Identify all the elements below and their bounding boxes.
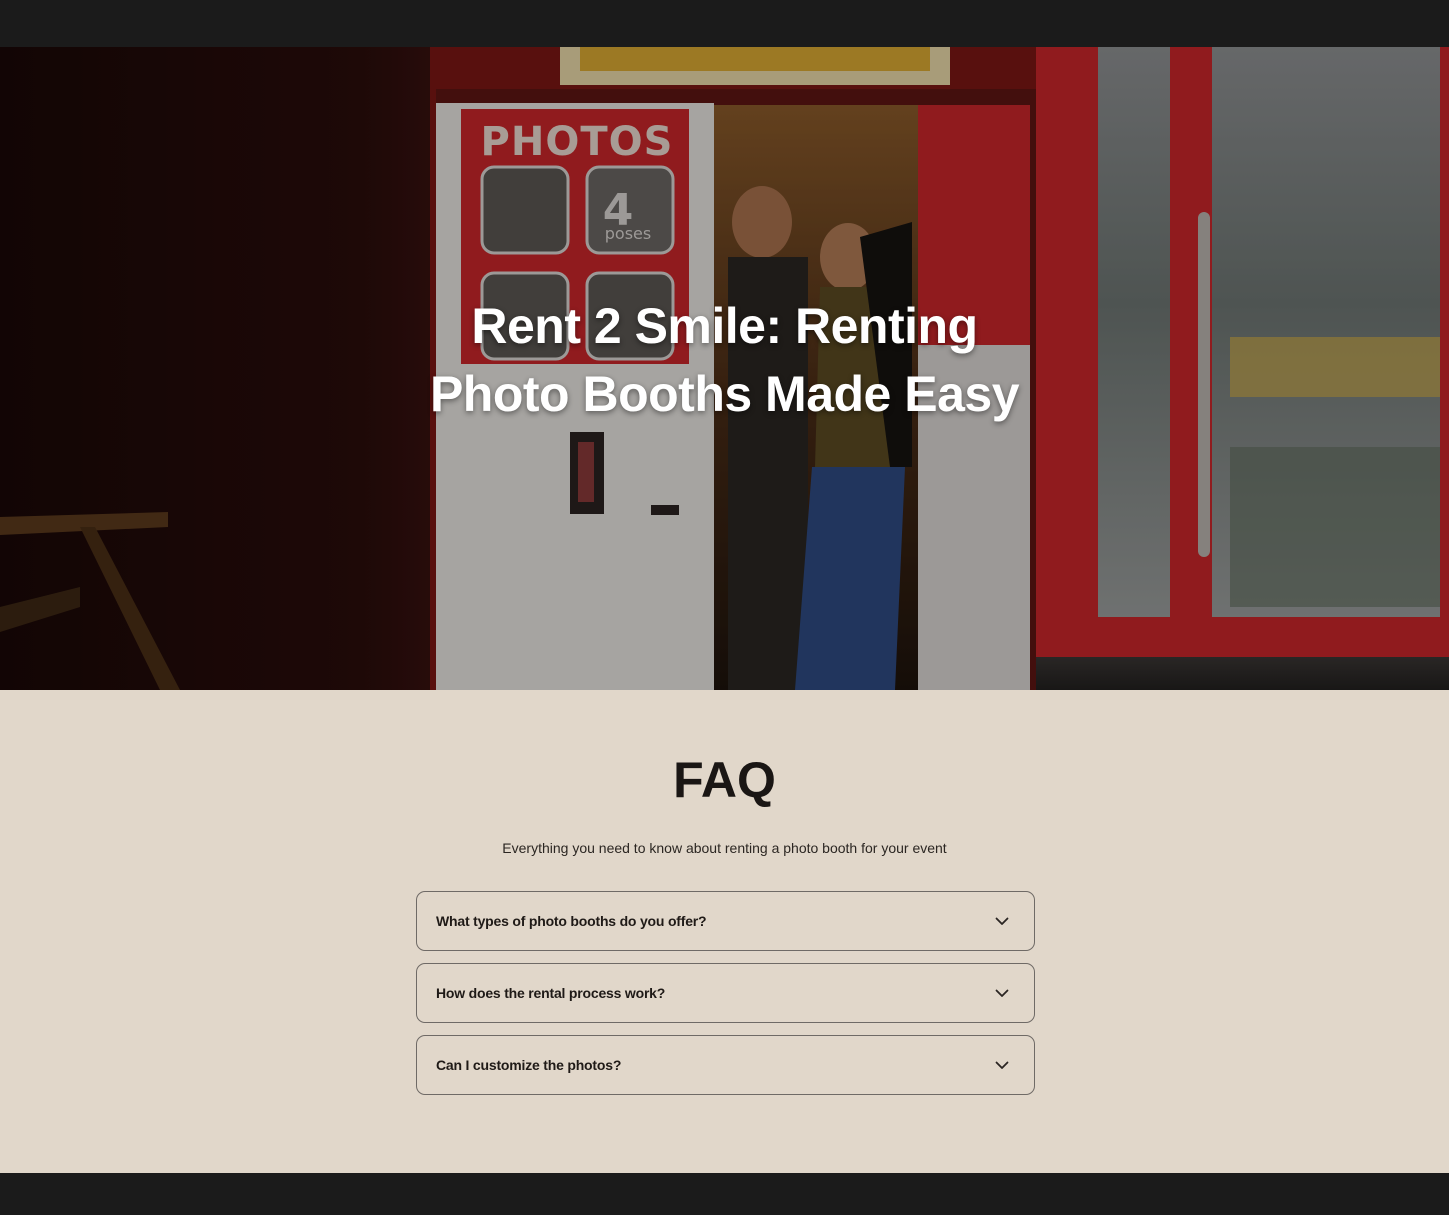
faq-question: What types of photo booths do you offer? — [436, 913, 707, 929]
faq-title: FAQ — [673, 752, 776, 808]
hero-title: Rent 2 Smile: Renting Photo Booths Made … — [0, 292, 1449, 428]
chevron-down-icon[interactable] — [994, 1057, 1010, 1073]
top-frame-bar — [0, 0, 1449, 47]
faq-question: Can I customize the photos? — [436, 1057, 622, 1073]
hero-title-line-2: Photo Booths Made Easy — [429, 366, 1020, 422]
faq-item-rental-process[interactable]: How does the rental process work? — [416, 963, 1035, 1023]
faq-subtitle: Everything you need to know about rentin… — [502, 840, 947, 856]
faq-question: How does the rental process work? — [436, 985, 666, 1001]
hero-section: PHOTOS 4 poses Rent 2 Smile: Renting Pho… — [0, 47, 1449, 690]
faq-list: What types of photo booths do you offer?… — [416, 891, 1035, 1107]
faq-item-photo-booth-types[interactable]: What types of photo booths do you offer? — [416, 891, 1035, 951]
faq-item-customize-photos[interactable]: Can I customize the photos? — [416, 1035, 1035, 1095]
bottom-frame-bar — [0, 1173, 1449, 1215]
hero-title-line-1: Rent 2 Smile: Renting — [471, 298, 978, 354]
faq-section: FAQ Everything you need to know about re… — [0, 690, 1449, 1173]
chevron-down-icon[interactable] — [994, 985, 1010, 1001]
chevron-down-icon[interactable] — [994, 913, 1010, 929]
